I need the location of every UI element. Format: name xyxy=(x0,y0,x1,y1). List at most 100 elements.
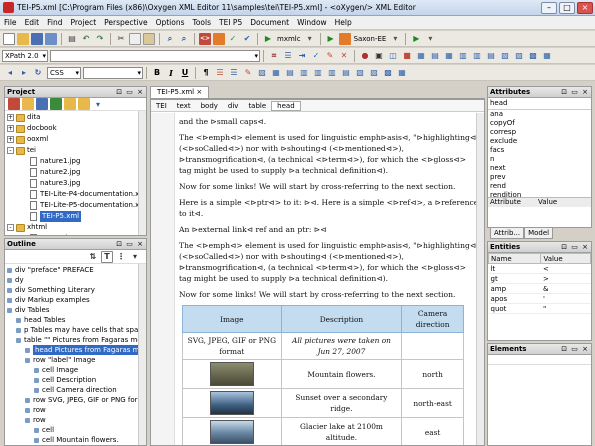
entity-row[interactable]: gt > xyxy=(488,273,591,284)
apply-icon[interactable]: ▶ xyxy=(325,33,337,45)
forward-icon[interactable]: ▸ xyxy=(18,67,30,79)
project-link-icon[interactable] xyxy=(78,98,90,110)
validator-label[interactable]: Saxon-EE xyxy=(354,35,387,43)
close-button[interactable]: × xyxy=(577,1,593,14)
project-file[interactable]: nature3.jpg xyxy=(5,178,146,189)
crumb-table[interactable]: table xyxy=(243,102,271,110)
maximize-button[interactable]: □ xyxy=(559,1,575,14)
save-icon[interactable] xyxy=(31,32,43,45)
new-file-icon[interactable] xyxy=(3,32,15,45)
project-menu-icon[interactable]: ▾ xyxy=(92,98,104,110)
print-icon[interactable]: ▤ xyxy=(66,33,78,45)
project-save-icon[interactable] xyxy=(36,98,48,110)
outline-node[interactable]: p Tables may have cells that spa xyxy=(5,325,146,335)
project-folder[interactable]: - tei xyxy=(5,145,146,156)
undo-icon[interactable]: ↶ xyxy=(80,33,92,45)
insert-column-after-icon[interactable]: ▥ xyxy=(326,67,338,79)
project-folder[interactable]: - xhtml xyxy=(5,222,146,233)
clear-icon[interactable]: ✕ xyxy=(338,50,350,62)
project-scrollbar[interactable] xyxy=(138,111,146,235)
attribute-item[interactable]: next xyxy=(488,164,591,173)
crumb-body[interactable]: body xyxy=(196,102,223,110)
outline-text-icon[interactable]: T xyxy=(101,250,113,263)
outline-node[interactable]: cell Description xyxy=(5,375,146,385)
insert-column-before-icon[interactable]: ▥ xyxy=(312,67,324,79)
comment-icon[interactable]: ✎ xyxy=(324,50,336,62)
tab-close-icon[interactable]: × xyxy=(196,88,202,96)
expand-toggle-icon[interactable]: + xyxy=(7,125,14,132)
xml-icon[interactable] xyxy=(213,32,225,45)
validate-icon[interactable]: ✔ xyxy=(241,33,253,45)
view-icon[interactable]: ◫ xyxy=(387,50,399,62)
table-icon[interactable]: ▦ xyxy=(443,50,455,62)
project-new-icon[interactable] xyxy=(8,98,20,110)
check-icon[interactable]: ✓ xyxy=(310,50,322,62)
xpath-input[interactable] xyxy=(50,49,260,62)
menu-window[interactable]: Window xyxy=(293,18,331,27)
project-folder-icon[interactable] xyxy=(64,98,76,110)
attribute-item[interactable]: n xyxy=(488,155,591,164)
document-view[interactable]: and the ⊳small caps⊲. The <⊳emph⊲> eleme… xyxy=(179,116,480,445)
grid-view-icon[interactable]: ▦ xyxy=(415,50,427,62)
crumb-tei[interactable]: TEI xyxy=(151,102,172,110)
format-icon[interactable]: ☰ xyxy=(282,50,294,62)
save-all-icon[interactable] xyxy=(45,32,57,45)
outline-node[interactable]: dy xyxy=(5,275,146,285)
insert-column-icon[interactable]: ▥ xyxy=(471,50,483,62)
join-cells-icon[interactable]: ▤ xyxy=(485,50,497,62)
record-icon[interactable]: ● xyxy=(359,50,371,62)
outline-node[interactable]: cell xyxy=(5,425,146,435)
project-file[interactable]: nature1.jpg xyxy=(5,156,146,167)
project-file[interactable]: copy.xsl xyxy=(5,233,146,235)
outline-node[interactable]: cell Camera direction xyxy=(5,385,146,395)
attribute-item[interactable]: prev xyxy=(488,173,591,182)
outline-node[interactable]: div "preface" PREFACE xyxy=(5,265,146,275)
crumb-div[interactable]: div xyxy=(223,102,244,110)
check-form-icon[interactable]: ✓ xyxy=(227,33,239,45)
menu-tools[interactable]: Tools xyxy=(189,18,215,27)
tab-model[interactable]: Model xyxy=(524,228,554,239)
split-cell-icon[interactable]: ▧ xyxy=(499,50,511,62)
menu-perspective[interactable]: Perspective xyxy=(100,18,151,27)
outline-node[interactable]: head Pictures from Fagaras mountain xyxy=(5,345,146,355)
editor-scrollbar[interactable] xyxy=(476,113,484,445)
entity-row[interactable]: amp & xyxy=(488,283,591,294)
outline-panel-controls-icon[interactable]: ⊡ ▭ × xyxy=(116,239,144,249)
table-properties-icon[interactable]: ▦ xyxy=(541,50,553,62)
elements-controls-icon[interactable]: ⊡ ▭ × xyxy=(561,344,589,354)
delete-column-icon[interactable]: ▩ xyxy=(527,50,539,62)
css-select[interactable]: CSS xyxy=(47,66,81,79)
project-add-icon[interactable] xyxy=(50,98,62,110)
insert-after-icon[interactable]: ▥ xyxy=(298,67,310,79)
attribute-item[interactable]: corresp xyxy=(488,128,591,137)
delete-icon[interactable]: ▨ xyxy=(368,67,380,79)
list-bullet-icon[interactable]: ☰ xyxy=(214,67,226,79)
list-icon[interactable]: ▤ xyxy=(429,50,441,62)
project-file[interactable]: TEI-P5.xml xyxy=(5,211,146,222)
attribute-item[interactable]: copyOf xyxy=(488,119,591,128)
ordered-list-icon[interactable]: ☰ xyxy=(228,67,240,79)
outline-filter-icon[interactable]: ⋮ xyxy=(115,251,127,263)
insert-before-icon[interactable]: ▤ xyxy=(284,67,296,79)
project-folder[interactable]: + ooxml xyxy=(5,134,146,145)
project-folder[interactable]: + dita xyxy=(5,112,146,123)
image-icon[interactable]: ▨ xyxy=(256,67,268,79)
project-folder[interactable]: + docbook xyxy=(5,123,146,134)
outline-node[interactable]: cell Mountain flowers. xyxy=(5,435,146,445)
entity-row[interactable]: lt < xyxy=(488,263,591,274)
style-select[interactable] xyxy=(83,66,143,79)
attribute-item[interactable]: ana xyxy=(488,110,591,119)
outline-scrollbar[interactable] xyxy=(138,264,146,445)
italic-icon[interactable]: I xyxy=(165,67,177,79)
transform-dropdown-icon[interactable]: ▾ xyxy=(304,33,316,45)
refresh-icon[interactable]: ↻ xyxy=(32,67,44,79)
outline-node[interactable]: row xyxy=(5,415,146,425)
attribute-item[interactable]: rend xyxy=(488,182,591,191)
entity-row[interactable]: quot " xyxy=(488,303,591,314)
outline-settings-icon[interactable]: ▾ xyxy=(129,251,141,263)
underline-icon[interactable]: U xyxy=(179,67,191,79)
join-icon[interactable]: ▤ xyxy=(340,67,352,79)
transform-scenario-label[interactable]: mxmlc xyxy=(277,35,301,43)
outline-node[interactable]: div Something Literary xyxy=(5,285,146,295)
outline-node[interactable]: row "label" Image xyxy=(5,355,146,365)
